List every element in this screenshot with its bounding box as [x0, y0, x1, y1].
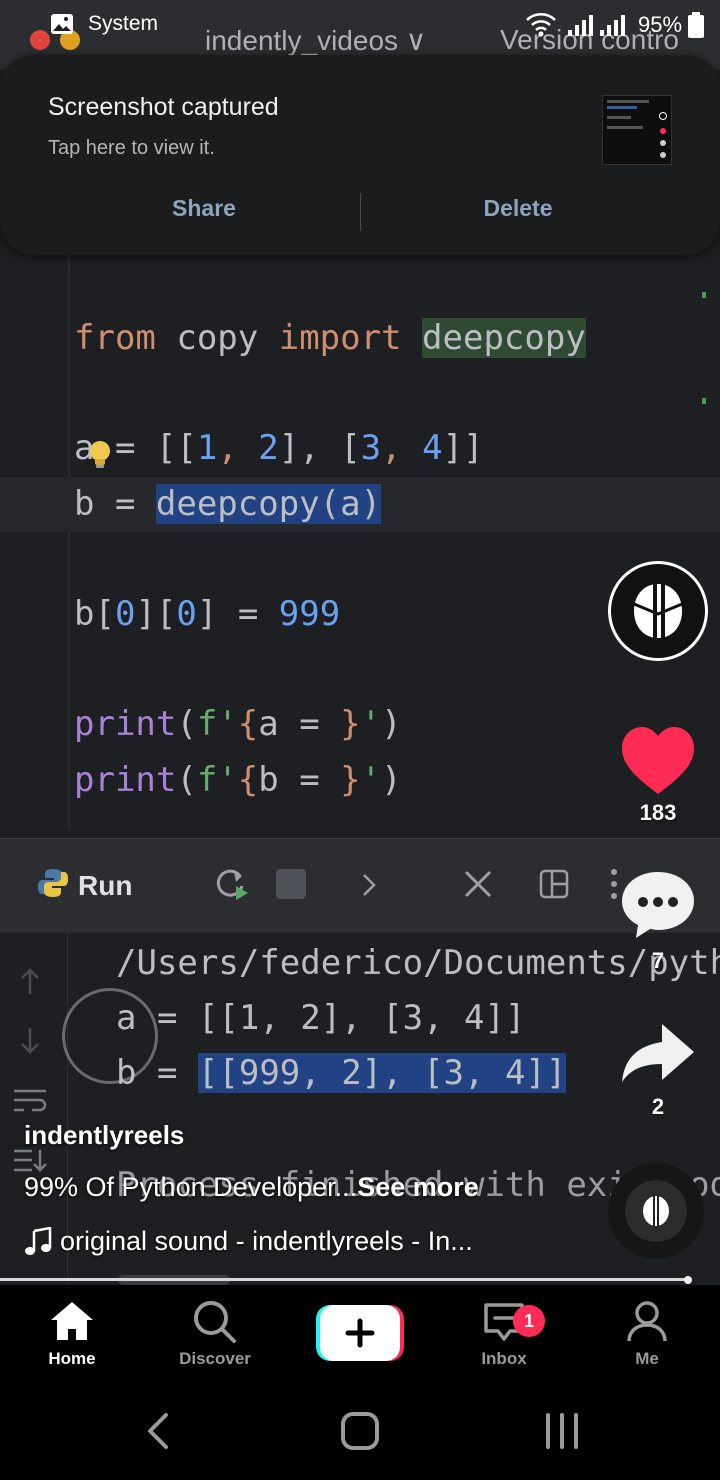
vcs-change-mark — [702, 292, 706, 298]
signal-icon — [568, 15, 625, 36]
nav-home[interactable]: Home — [17, 1299, 127, 1369]
vcs-change-mark — [702, 398, 706, 404]
code-line-print-a: print(f'{a = }') — [74, 704, 402, 744]
nav-inbox[interactable]: 1 Inbox — [449, 1299, 559, 1369]
comment-icon[interactable] — [618, 866, 698, 946]
gallery-icon — [51, 14, 73, 34]
notification-text: Tap here to view it. — [48, 137, 215, 159]
console-output-b: b = [[999, 2], [3, 4]] — [116, 1053, 567, 1093]
sound-disc[interactable] — [608, 1163, 704, 1259]
indently-logo-icon — [633, 582, 683, 640]
arrow-down-icon — [21, 1028, 39, 1054]
creator-avatar[interactable] — [608, 561, 708, 661]
notification-title: Screenshot captured — [48, 93, 279, 121]
screenshot-thumbnail[interactable] — [602, 95, 672, 165]
arrow-up-icon — [21, 968, 39, 994]
bottom-navigation: Home Discover 1 Inbox Me — [0, 1285, 720, 1385]
recent-apps-icon[interactable] — [544, 1411, 580, 1451]
stop-icon — [276, 869, 306, 899]
search-icon — [194, 1301, 236, 1343]
layout-icon — [539, 869, 569, 899]
profile-icon — [627, 1301, 667, 1342]
home-button-icon[interactable] — [340, 1411, 380, 1451]
battery-icon — [688, 12, 704, 38]
share-button[interactable]: Share — [104, 195, 304, 222]
nav-discover[interactable]: Discover — [160, 1299, 270, 1369]
touch-indicator — [62, 988, 158, 1084]
nav-discover-label: Discover — [179, 1349, 251, 1368]
video-progress-bar[interactable] — [0, 1278, 690, 1281]
code-line-assign-a: a = [[1, 2], [3, 4]] — [74, 428, 484, 468]
back-icon[interactable] — [146, 1411, 172, 1451]
code-line-assign-b: b = deepcopy(a) — [74, 484, 382, 524]
rerun-icon — [216, 869, 248, 900]
wifi-icon — [526, 13, 556, 37]
editor-gutter-line — [68, 250, 70, 830]
create-plus-icon[interactable] — [316, 1305, 404, 1361]
share-arrow-icon[interactable] — [618, 1016, 698, 1096]
code-line-mutate: b[0][0] = 999 — [74, 594, 341, 634]
screenshot-notification[interactable]: Screenshot captured Tap here to view it.… — [0, 55, 720, 255]
nav-me-label: Me — [635, 1349, 659, 1368]
delete-button[interactable]: Delete — [418, 195, 618, 222]
home-icon — [51, 1302, 93, 1340]
creator-username[interactable]: indentlyreels — [24, 1120, 184, 1151]
code-line-print-b: print(f'{b = }') — [74, 760, 402, 800]
like-count: 183 — [639, 800, 677, 825]
nav-inbox-label: Inbox — [481, 1349, 527, 1368]
lightbulb-icon — [90, 441, 110, 468]
status-app-label: System — [88, 12, 159, 35]
share-count: 2 — [651, 1094, 665, 1119]
console-output-a: a = [[1, 2], [3, 4]] — [116, 998, 526, 1038]
chevron-right-icon — [363, 874, 376, 896]
notification-divider — [360, 193, 361, 231]
comment-count: 7 — [651, 948, 665, 973]
code-line-import: from copy import deepcopy — [74, 318, 586, 358]
inbox-badge: 1 — [513, 1305, 545, 1337]
close-icon — [464, 870, 492, 898]
nav-me[interactable]: Me — [592, 1299, 702, 1369]
sound-disc-logo-icon — [643, 1195, 669, 1227]
system-navigation-bar — [0, 1385, 720, 1480]
run-tab-label: Run — [78, 870, 133, 901]
like-icon[interactable] — [618, 722, 698, 802]
sound-label: original sound - indentlyreels - In... — [60, 1226, 473, 1256]
see-more-link[interactable]: See more — [357, 1172, 479, 1202]
battery-percent: 95% — [638, 12, 683, 37]
video-description[interactable]: 99% Of Python Developer...See more — [24, 1172, 479, 1203]
nav-home-label: Home — [48, 1349, 96, 1368]
status-bar: System 95% — [0, 0, 720, 50]
soft-wrap-icon — [14, 1089, 47, 1112]
python-icon — [38, 869, 68, 897]
video-progress-handle[interactable] — [684, 1276, 692, 1284]
music-note-icon — [25, 1226, 52, 1255]
sound-link[interactable]: original sound - indentlyreels - In... — [24, 1226, 473, 1257]
